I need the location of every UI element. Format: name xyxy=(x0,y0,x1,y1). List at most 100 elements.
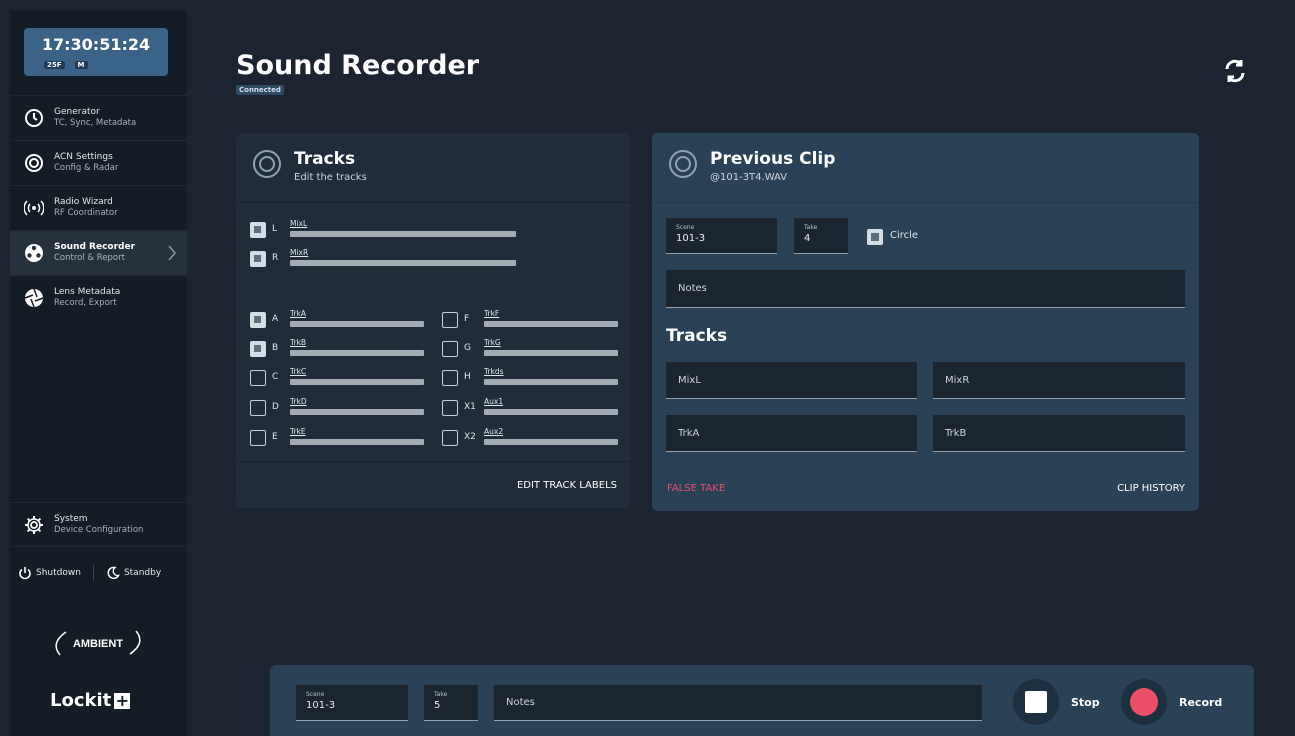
track-checkbox[interactable] xyxy=(250,251,266,267)
track-label: TrkB xyxy=(290,338,307,347)
sidebar-item-title: Generator xyxy=(54,107,100,117)
edit-track-labels-button[interactable]: EDIT TRACK LABELS xyxy=(517,480,617,491)
clip-track-field[interactable]: MixR xyxy=(933,362,1185,399)
track-row-f[interactable]: F TrkF xyxy=(442,309,622,329)
lockit-logo-text: Lockit xyxy=(50,690,112,711)
track-checkbox[interactable] xyxy=(250,341,266,357)
track-level-bar xyxy=(290,260,516,266)
track-letter: E xyxy=(272,432,278,442)
track-row-mixl[interactable]: L MixL xyxy=(250,219,520,239)
stop-button[interactable] xyxy=(1013,679,1059,725)
track-level-bar xyxy=(484,350,618,356)
track-checkbox[interactable] xyxy=(250,222,266,238)
sidebar-item-acn-settings[interactable]: ACN Settings Config & Radar xyxy=(10,140,187,185)
sidebar-item-sub: Control & Report xyxy=(54,253,125,263)
track-level-bar xyxy=(290,321,424,327)
sidebar-item-generator[interactable]: Generator TC, Sync, Metadata xyxy=(10,95,187,140)
track-label: TrkF xyxy=(484,309,500,318)
track-level-bar xyxy=(484,379,618,385)
ambient-logo-text: AMBIENT xyxy=(73,638,123,650)
track-checkbox[interactable] xyxy=(442,400,458,416)
standby-button[interactable]: Standby xyxy=(124,568,161,578)
sidebar-item-sound-recorder[interactable]: Sound Recorder Control & Report xyxy=(10,230,187,275)
track-letter: B xyxy=(272,343,279,353)
sidebar-nav: Generator TC, Sync, Metadata ACN Settings… xyxy=(10,95,187,320)
power-icon xyxy=(19,567,31,580)
track-letter: X1 xyxy=(464,402,476,412)
sidebar-item-system[interactable]: System Device Configuration xyxy=(10,502,187,547)
sidebar-item-lens-metadata[interactable]: Lens Metadata Record, Export xyxy=(10,275,187,320)
mode-badge: M xyxy=(74,61,88,69)
next-take-field[interactable]: Take 5 xyxy=(424,685,478,721)
track-checkbox[interactable] xyxy=(250,430,266,446)
clip-track-field[interactable]: TrkA xyxy=(666,415,917,452)
track-row-h[interactable]: H Trkds xyxy=(442,367,622,387)
track-row-b[interactable]: B TrkB xyxy=(250,338,430,358)
record-control-bar: Scene 101-3 Take 5 Notes Stop Record xyxy=(270,665,1254,736)
scene-label: Scene xyxy=(676,224,695,231)
clip-track-field[interactable]: TrkB xyxy=(933,415,1185,452)
take-label: Take xyxy=(804,224,818,231)
refresh-icon[interactable] xyxy=(1220,56,1250,86)
track-label: Trkds xyxy=(484,367,504,376)
track-label: TrkG xyxy=(484,338,501,347)
track-checkbox[interactable] xyxy=(442,312,458,328)
next-notes-field[interactable]: Notes xyxy=(494,685,982,721)
notes-placeholder: Notes xyxy=(678,283,707,294)
shutdown-button[interactable]: Shutdown xyxy=(36,568,81,578)
previous-clip-title: Previous Clip xyxy=(710,149,836,169)
track-label: MixL xyxy=(290,219,308,228)
tracks-icon xyxy=(253,150,281,178)
acn-icon xyxy=(25,154,43,172)
track-checkbox[interactable] xyxy=(250,400,266,416)
circle-checkbox[interactable] xyxy=(867,229,883,245)
clip-track-label: TrkB xyxy=(945,428,967,439)
track-label: Aux2 xyxy=(484,427,504,436)
take-field[interactable]: Take 4 xyxy=(794,218,848,254)
stop-icon xyxy=(1025,691,1047,713)
next-scene-field[interactable]: Scene 101-3 xyxy=(296,685,408,721)
track-label: TrkD xyxy=(290,397,307,406)
track-label: TrkE xyxy=(290,427,306,436)
track-checkbox[interactable] xyxy=(442,430,458,446)
track-row-c[interactable]: C TrkC xyxy=(250,367,430,387)
status-badge: Connected xyxy=(236,85,284,95)
track-checkbox[interactable] xyxy=(250,312,266,328)
clip-track-field[interactable]: MixL xyxy=(666,362,917,399)
aperture-icon xyxy=(24,288,44,308)
previous-clip-filename: @101-3T4.WAV xyxy=(710,172,788,183)
track-letter: R xyxy=(272,253,279,263)
framerate-badge: 25F xyxy=(44,61,65,69)
clip-tracks-title: Tracks xyxy=(666,326,728,346)
track-row-d[interactable]: D TrkD xyxy=(250,397,430,417)
timecode-display: 17:30:51:24 25F M xyxy=(24,28,168,76)
track-letter: L xyxy=(272,224,278,234)
track-row-a[interactable]: A TrkA xyxy=(250,309,430,329)
sidebar-item-title: Radio Wizard xyxy=(54,197,113,207)
record-label: Record xyxy=(1179,696,1223,709)
notes-field[interactable]: Notes xyxy=(666,270,1185,308)
track-row-x1[interactable]: X1 Aux1 xyxy=(442,397,622,417)
track-checkbox[interactable] xyxy=(442,370,458,386)
clip-history-button[interactable]: CLIP HISTORY xyxy=(1117,483,1185,494)
scene-field[interactable]: Scene 101-3 xyxy=(666,218,777,254)
tracks-subtitle: Edit the tracks xyxy=(294,172,367,183)
lockit-logo: Lockit + xyxy=(50,690,131,711)
track-checkbox[interactable] xyxy=(250,370,266,386)
track-letter: C xyxy=(272,372,279,382)
record-button[interactable] xyxy=(1121,679,1167,725)
stop-label: Stop xyxy=(1071,696,1100,709)
track-row-e[interactable]: E TrkE xyxy=(250,427,430,447)
sidebar-item-radio-wizard[interactable]: Radio Wizard RF Coordinator xyxy=(10,185,187,230)
clip-track-label: MixR xyxy=(945,375,970,386)
track-checkbox[interactable] xyxy=(442,341,458,357)
page-title: Sound Recorder xyxy=(236,50,480,81)
false-take-button[interactable]: FALSE TAKE xyxy=(667,483,725,494)
track-label: TrkC xyxy=(290,367,307,376)
track-row-g[interactable]: G TrkG xyxy=(442,338,622,358)
track-row-x2[interactable]: X2 Aux2 xyxy=(442,427,622,447)
track-row-mixr[interactable]: R MixR xyxy=(250,248,520,268)
track-letter: H xyxy=(464,372,471,382)
track-level-bar xyxy=(290,409,424,415)
radio-icon xyxy=(24,200,44,216)
